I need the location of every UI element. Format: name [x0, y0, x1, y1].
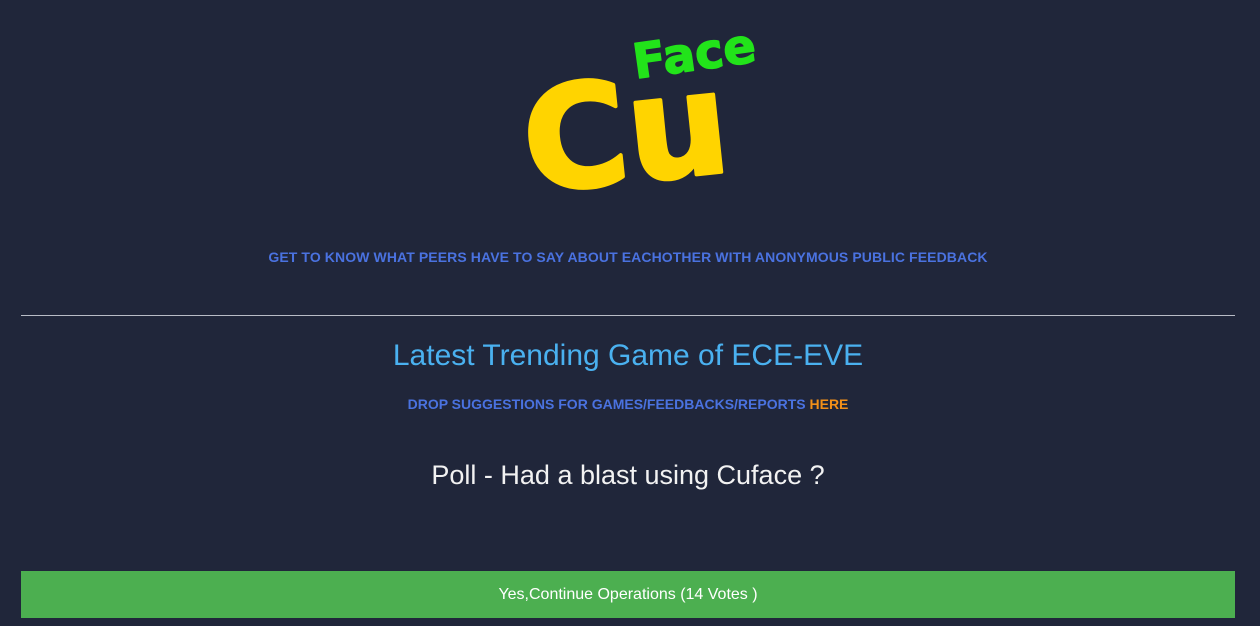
- logo-face-text: Face: [629, 18, 759, 91]
- suggestions-line: DROP SUGGESTIONS FOR GAMES/FEEDBACKS/REP…: [0, 396, 1256, 412]
- trending-game-title: Latest Trending Game of ECE-EVE: [392, 339, 864, 372]
- poll-question: Poll - Had a blast using Cuface ?: [431, 460, 825, 490]
- poll-option-yes-button[interactable]: Yes,Continue Operations (14 Votes ): [21, 571, 1235, 618]
- suggestions-text: DROP SUGGESTIONS FOR GAMES/FEEDBACKS/REP…: [407, 396, 810, 412]
- suggestions-here-link[interactable]: HERE: [810, 396, 849, 412]
- page: Cu Face GET TO KNOW WHAT PEERS HAVE TO S…: [0, 0, 1260, 626]
- tagline: GET TO KNOW WHAT PEERS HAVE TO SAY ABOUT…: [268, 249, 988, 265]
- cuface-logo-graphic: Cu Face: [520, 17, 760, 195]
- cuface-logo: Cu Face: [520, 10, 770, 195]
- section-divider: [21, 315, 1235, 316]
